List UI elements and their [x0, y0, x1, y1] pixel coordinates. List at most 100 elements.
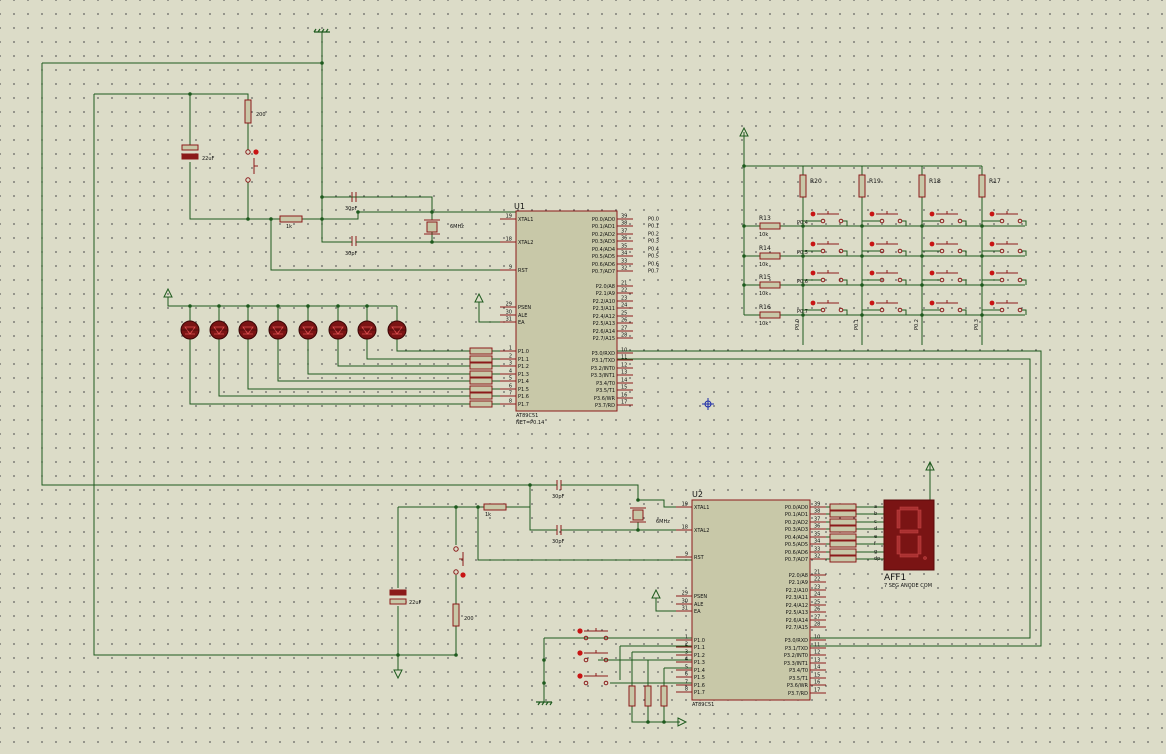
keypad-key[interactable] — [803, 211, 848, 226]
bank-resistor[interactable] — [829, 510, 857, 518]
keypad-key[interactable] — [922, 211, 967, 226]
bank-resistor[interactable] — [469, 362, 493, 370]
net-label: P0.0 — [795, 319, 801, 330]
u1-capacitor-30pf-1[interactable]: 30pF — [340, 192, 366, 212]
keypad-column-resistor[interactable]: R17 — [978, 174, 1001, 198]
led[interactable] — [328, 320, 348, 340]
keypad-key[interactable] — [982, 241, 1027, 256]
u2-capacitor-30pf-1[interactable]: 30pF — [552, 480, 566, 500]
led[interactable] — [209, 320, 229, 340]
bank-resistor[interactable] — [469, 400, 493, 408]
chip-u1[interactable]: U1 AT89C51 NET=P0.14 19XTAL118XTAL29RST2… — [500, 202, 659, 426]
bank-resistor[interactable] — [829, 555, 857, 563]
bank-resistor[interactable] — [469, 392, 493, 400]
led[interactable] — [180, 320, 200, 340]
pin-number: 27 — [621, 326, 627, 332]
bank-resistor[interactable] — [829, 503, 857, 511]
u1-resistor-1k[interactable]: 1k — [279, 215, 303, 230]
pin-number: 28 — [814, 622, 820, 628]
u1-reset-resistor[interactable]: 200 — [244, 99, 266, 124]
u2-pull-resistor[interactable] — [644, 685, 652, 707]
pin-name: P3.6/WR — [594, 396, 616, 402]
u1-crystal[interactable]: 6MHz — [424, 219, 464, 235]
keypad-key[interactable] — [982, 211, 1027, 226]
bank-resistor[interactable] — [469, 347, 493, 355]
keypad-key[interactable] — [982, 270, 1027, 285]
keypad-key[interactable] — [922, 270, 967, 285]
bank-resistor[interactable] — [829, 540, 857, 548]
keypad-column-resistor[interactable]: R18 — [918, 174, 941, 198]
pin-number: 19 — [682, 502, 688, 508]
bank-resistor[interactable] — [469, 385, 493, 393]
led[interactable] — [298, 320, 318, 340]
pin-number: 36 — [814, 524, 820, 530]
pin-name: P0.7/AD7 — [592, 269, 615, 275]
led[interactable] — [268, 320, 288, 340]
keypad-key[interactable] — [862, 270, 907, 285]
u2-reset-capacitor[interactable]: 22uF — [389, 589, 422, 606]
u1-reset-switch[interactable] — [245, 149, 259, 183]
keypad-key[interactable] — [862, 211, 907, 226]
pin-number: 1 — [685, 635, 688, 641]
u2-crystal[interactable]: 6MHz — [630, 507, 670, 525]
pin-name: P1.2 — [694, 653, 705, 659]
pin-number: 13 — [814, 658, 820, 664]
keypad-key[interactable] — [982, 300, 1027, 315]
segment-label: c — [874, 519, 877, 525]
u2-capacitor-30pf-2[interactable]: 30pF — [552, 525, 566, 545]
keypad-key[interactable] — [803, 270, 848, 285]
pin-number: 38 — [621, 221, 627, 227]
net-label: P0.4 — [648, 247, 659, 253]
pin-number: 9 — [509, 265, 512, 271]
keypad-key[interactable] — [862, 241, 907, 256]
bank-resistor[interactable] — [829, 518, 857, 526]
pin-name: PSEN — [518, 305, 531, 311]
bank-resistor[interactable] — [829, 525, 857, 533]
pin-number: 29 — [682, 591, 688, 597]
led[interactable] — [238, 320, 258, 340]
keypad-column-resistor[interactable]: R19 — [858, 174, 881, 198]
net-label: P0.1 — [854, 319, 860, 330]
pin-number: 7 — [509, 391, 512, 397]
chip-u2[interactable]: U2 AT89C51 19XTAL118XTAL29RST29PSEN30ALE… — [676, 490, 826, 708]
u2-resistor-1k-value: 1k — [485, 512, 491, 518]
schematic-canvas[interactable]: U1 AT89C51 NET=P0.14 19 XTAL1 18 XTAL2 9 RST 2… — [0, 0, 1166, 754]
u2-crystal-value: 6MHz — [656, 519, 670, 525]
bank-resistor[interactable] — [829, 548, 857, 556]
bank-resistor[interactable] — [469, 377, 493, 385]
pin-number: 15 — [814, 673, 820, 679]
segment-label: a — [874, 504, 877, 510]
resistor-value: 10k — [759, 321, 768, 327]
pin-name: P0.4/AD4 — [785, 535, 808, 541]
u2-reset-switch[interactable] — [453, 546, 466, 578]
keypad-key[interactable] — [922, 300, 967, 315]
pin-name: PSEN — [694, 594, 707, 600]
keypad-key[interactable] — [803, 241, 848, 256]
pin-name: P0.7/AD7 — [785, 557, 808, 563]
u2-resistor-1k[interactable]: 1k — [483, 503, 507, 518]
pin-number: 23 — [814, 585, 820, 591]
bank-resistor[interactable] — [469, 370, 493, 378]
pin-number: 12 — [814, 650, 820, 656]
keypad-key[interactable] — [803, 300, 848, 315]
bank-resistor[interactable] — [829, 533, 857, 541]
u1-reset-capacitor[interactable]: 22uF — [181, 144, 215, 162]
pin-name: P2.0/A8 — [789, 573, 808, 579]
keypad-column-resistor[interactable]: R20 — [799, 174, 822, 198]
push-switch[interactable] — [577, 673, 609, 686]
net-label: P0.5 — [648, 254, 659, 260]
led[interactable] — [357, 320, 377, 340]
u1-resistor-1k-value: 1k — [286, 224, 292, 230]
led[interactable] — [387, 320, 407, 340]
keypad-key[interactable] — [922, 241, 967, 256]
resistor-ref: R19 — [869, 178, 881, 185]
u1-capacitor-30pf-2[interactable]: 30pF — [330, 236, 366, 257]
pin-name: P3.3/INT1 — [591, 373, 615, 379]
keypad-key[interactable] — [862, 300, 907, 315]
u2-pull-resistor[interactable] — [660, 685, 668, 707]
u2-reset-resistor[interactable]: 200 — [452, 603, 474, 627]
u2-pull-resistor[interactable] — [628, 685, 636, 707]
display-ref: AFF1 — [884, 573, 906, 583]
bank-resistor[interactable] — [469, 355, 493, 363]
pin-name: P2.6/A14 — [786, 618, 808, 624]
